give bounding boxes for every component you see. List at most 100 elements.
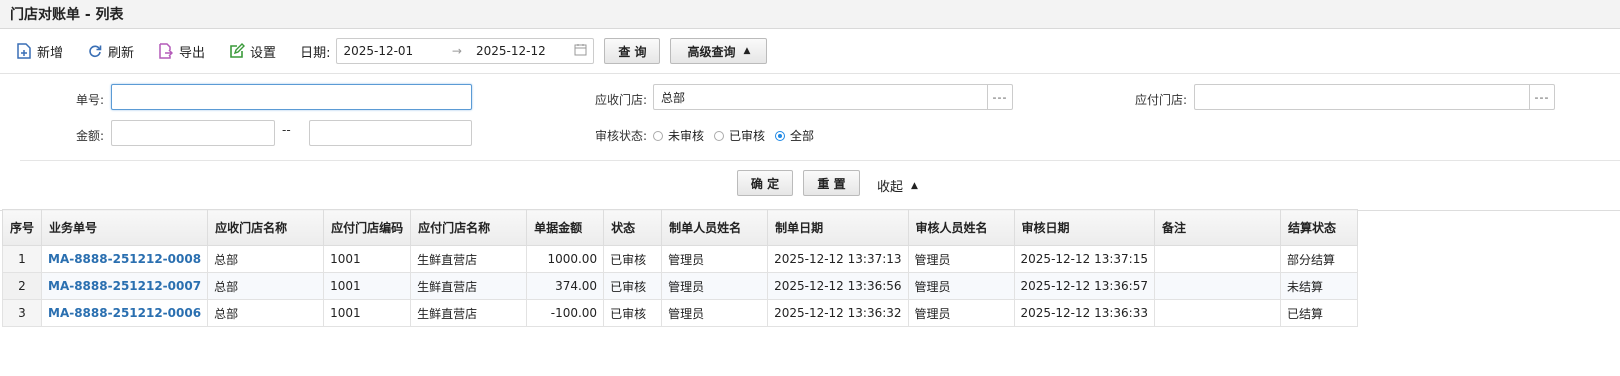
export-icon: [158, 43, 174, 59]
amount-max-input[interactable]: [309, 120, 472, 146]
auditor-cell: 管理员: [907, 245, 1015, 273]
pay-store-name-cell: 生鲜直营店: [410, 245, 528, 273]
table-row[interactable]: 3 MA-8888-251212-0006 总部 1001 生鲜直营店 -100…: [2, 299, 1358, 327]
refresh-button[interactable]: 刷新: [87, 42, 134, 61]
settle-status-cell: 部分结算: [1279, 245, 1358, 273]
filter-panel: 单号: 应收门店: 总部 --- 应付门店: --- 金额: -- 审核状态: …: [0, 74, 1620, 211]
col-header-make-date[interactable]: 制单日期: [767, 209, 909, 246]
remark-cell: [1153, 272, 1281, 300]
col-header-remark[interactable]: 备注: [1153, 209, 1281, 246]
caret-up-icon: ▲: [911, 180, 918, 191]
radio-unaudited[interactable]: 未审核: [653, 127, 704, 144]
radio-circle-selected: [775, 130, 786, 141]
doc-no-cell: MA-8888-251212-0008: [40, 245, 209, 273]
doc-no-link[interactable]: MA-8888-251212-0007: [48, 279, 201, 293]
more-icon[interactable]: ---: [1529, 85, 1554, 109]
audit-status-label: 审核状态:: [594, 129, 647, 143]
radio-circle: [653, 130, 663, 141]
doc-no-cell: MA-8888-251212-0006: [40, 299, 209, 327]
recv-store-cell: 总部: [207, 245, 325, 273]
refresh-icon: [87, 43, 103, 59]
auditor-cell: 管理员: [907, 299, 1015, 327]
status-cell: 已审核: [603, 272, 663, 300]
col-header-pay-store-name[interactable]: 应付门店名称: [410, 209, 528, 246]
date-label: 日期:: [300, 45, 331, 61]
maker-cell: 管理员: [661, 299, 769, 327]
reset-button[interactable]: 重 置: [803, 170, 860, 196]
row-index: 3: [2, 299, 42, 327]
page-title: 门店对账单 - 列表: [0, 0, 1620, 29]
confirm-button[interactable]: 确 定: [737, 170, 793, 196]
col-header-recv-store[interactable]: 应收门店名称: [207, 209, 325, 246]
col-header-audit-date[interactable]: 审核日期: [1013, 209, 1155, 246]
toolbar: 新增 刷新 导出 设置 日期: 2025-12-01 → 2025-12-12 …: [0, 29, 1620, 74]
data-table: 序号 业务单号 应收门店名称 应付门店编码 应付门店名称 单据金额 状态 制单人…: [2, 209, 1358, 327]
pay-store-input[interactable]: ---: [1194, 84, 1555, 110]
make-date-cell: 2025-12-12 13:36:32: [767, 299, 909, 327]
amount-cell: -100.00: [526, 299, 605, 327]
status-cell: 已审核: [603, 245, 663, 273]
radio-circle: [714, 130, 725, 141]
date-to[interactable]: 2025-12-12: [476, 44, 574, 58]
pay-store-label: 应付门店:: [1134, 93, 1187, 107]
edit-settings-icon: [229, 43, 246, 59]
col-header-doc-no[interactable]: 业务单号: [40, 209, 209, 246]
audit-date-cell: 2025-12-12 13:37:15: [1013, 245, 1155, 273]
query-button[interactable]: 查 询: [604, 38, 661, 64]
col-header-status[interactable]: 状态: [603, 209, 663, 246]
divider: [20, 160, 1620, 161]
audit-status-radio-group: 未审核 已审核 全部: [653, 127, 824, 144]
date-range-picker[interactable]: 2025-12-01 → 2025-12-12: [336, 38, 595, 64]
amount-range-separator: --: [282, 123, 291, 137]
pay-store-code-cell: 1001: [323, 299, 412, 327]
status-cell: 已审核: [603, 299, 663, 327]
file-plus-icon: [16, 43, 32, 59]
amount-cell: 374.00: [526, 272, 605, 300]
more-icon[interactable]: ---: [987, 85, 1012, 109]
row-index: 1: [2, 245, 42, 273]
pay-store-code-cell: 1001: [323, 272, 412, 300]
settle-status-cell: 已结算: [1279, 299, 1358, 327]
col-header-settle-status[interactable]: 结算状态: [1279, 209, 1358, 246]
maker-cell: 管理员: [661, 245, 769, 273]
table-row[interactable]: 1 MA-8888-251212-0008 总部 1001 生鲜直营店 1000…: [2, 245, 1358, 273]
amount-label: 金额:: [75, 129, 104, 143]
col-header-maker[interactable]: 制单人员姓名: [661, 209, 769, 246]
make-date-cell: 2025-12-12 13:36:56: [767, 272, 909, 300]
doc-no-input[interactable]: [111, 84, 472, 110]
radio-audited[interactable]: 已审核: [714, 127, 765, 144]
auditor-cell: 管理员: [907, 272, 1015, 300]
table-header-row: 序号 业务单号 应收门店名称 应付门店编码 应付门店名称 单据金额 状态 制单人…: [2, 209, 1358, 246]
doc-no-link[interactable]: MA-8888-251212-0006: [48, 306, 201, 320]
caret-up-icon: ▲: [743, 46, 751, 56]
recv-store-label: 应收门店:: [594, 93, 647, 107]
advanced-query-button[interactable]: 高级查询 ▲: [670, 38, 768, 64]
export-button[interactable]: 导出: [158, 42, 205, 61]
maker-cell: 管理员: [661, 272, 769, 300]
date-from[interactable]: 2025-12-01: [343, 44, 441, 58]
doc-no-link[interactable]: MA-8888-251212-0008: [48, 252, 201, 266]
amount-min-input[interactable]: [111, 120, 275, 146]
pay-store-code-cell: 1001: [323, 245, 412, 273]
pay-store-name-cell: 生鲜直营店: [410, 299, 528, 327]
amount-cell: 1000.00: [526, 245, 605, 273]
recv-store-cell: 总部: [207, 272, 325, 300]
col-header-pay-store-code[interactable]: 应付门店编码: [323, 209, 412, 246]
col-header-index[interactable]: 序号: [2, 209, 42, 246]
audit-date-cell: 2025-12-12 13:36:57: [1013, 272, 1155, 300]
make-date-cell: 2025-12-12 13:37:13: [767, 245, 909, 273]
audit-date-cell: 2025-12-12 13:36:33: [1013, 299, 1155, 327]
row-index: 2: [2, 272, 42, 300]
collapse-toggle[interactable]: 收起 ▲: [877, 176, 918, 195]
recv-store-input[interactable]: 总部 ---: [653, 84, 1013, 110]
col-header-auditor[interactable]: 审核人员姓名: [907, 209, 1015, 246]
col-header-amount[interactable]: 单据金额: [526, 209, 605, 246]
settle-status-cell: 未结算: [1279, 272, 1358, 300]
add-button[interactable]: 新增: [16, 42, 63, 61]
table-row[interactable]: 2 MA-8888-251212-0007 总部 1001 生鲜直营店 374.…: [2, 272, 1358, 300]
settings-button[interactable]: 设置: [229, 42, 276, 61]
radio-all[interactable]: 全部: [775, 127, 814, 144]
remark-cell: [1153, 299, 1281, 327]
calendar-icon[interactable]: [574, 43, 587, 59]
doc-no-cell: MA-8888-251212-0007: [40, 272, 209, 300]
